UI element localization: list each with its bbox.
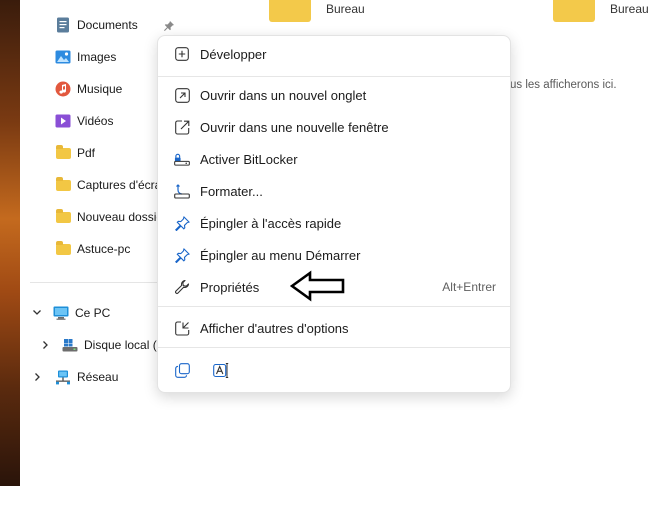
desktop-wallpaper bbox=[0, 0, 20, 486]
images-icon bbox=[55, 49, 71, 65]
format-icon bbox=[174, 183, 190, 199]
menu-item-shortcut: Alt+Entrer bbox=[442, 280, 496, 294]
sidebar-item-videos[interactable]: Vidéos bbox=[55, 109, 113, 133]
new-window-icon bbox=[174, 119, 190, 135]
folder-icon bbox=[55, 144, 71, 161]
menu-item-label: Développer bbox=[200, 46, 267, 62]
folder-icon bbox=[55, 240, 71, 257]
computer-icon bbox=[53, 305, 69, 321]
chevron-right-icon[interactable] bbox=[40, 340, 50, 353]
menu-item-expand[interactable]: Développer bbox=[158, 40, 510, 68]
sidebar-item-label: Ce PC bbox=[75, 306, 111, 320]
menu-item-label: Activer BitLocker bbox=[200, 151, 298, 167]
more-options-icon bbox=[174, 320, 190, 336]
sidebar-item-label: Captures d'écra bbox=[77, 178, 162, 192]
sidebar-item-documents[interactable]: Documents bbox=[55, 13, 138, 37]
sidebar-item-label: Vidéos bbox=[77, 114, 114, 128]
sidebar-item-label: Réseau bbox=[77, 370, 119, 384]
folder-caption: Bureau bbox=[326, 2, 365, 16]
sidebar-item-pdf[interactable]: Pdf bbox=[55, 141, 95, 165]
menu-separator bbox=[158, 306, 510, 307]
menu-item-label: Ouvrir dans un nouvel onglet bbox=[200, 87, 367, 103]
menu-item-label: Ouvrir dans une nouvelle fenêtre bbox=[200, 119, 389, 135]
menu-separator bbox=[158, 347, 510, 348]
expand-icon bbox=[174, 46, 190, 62]
pin-icon bbox=[174, 215, 190, 231]
pin-start-icon bbox=[174, 247, 190, 263]
menu-separator bbox=[158, 76, 510, 77]
empty-state-hint: us les afficherons ici. bbox=[510, 79, 617, 91]
menu-item-label: Propriétés bbox=[200, 279, 260, 295]
sidebar-divider bbox=[30, 282, 158, 283]
sidebar-item-label: Documents bbox=[77, 18, 138, 32]
navigation-pane: Documents Images Musique Vidéos Pdf Capt… bbox=[20, 0, 164, 486]
folder-icon bbox=[55, 176, 71, 193]
documents-icon bbox=[55, 17, 71, 33]
network-icon bbox=[55, 369, 71, 385]
sidebar-item-label: Disque local (C bbox=[84, 338, 162, 352]
drive-icon bbox=[62, 337, 78, 353]
chevron-down-icon[interactable] bbox=[32, 307, 42, 320]
new-tab-icon bbox=[174, 87, 190, 103]
sidebar-item-label: Nouveau dossie bbox=[77, 210, 164, 224]
sidebar-item-this-pc[interactable]: Ce PC bbox=[53, 301, 110, 325]
menu-item-label: Afficher d'autres d'options bbox=[200, 320, 349, 336]
sidebar-item-local-disk[interactable]: Disque local (C bbox=[62, 333, 162, 357]
wrench-icon bbox=[174, 279, 190, 295]
sidebar-item-label: Pdf bbox=[77, 146, 96, 160]
pin-icon bbox=[163, 19, 175, 31]
lower-area bbox=[0, 486, 655, 505]
sidebar-item-network[interactable]: Réseau bbox=[55, 365, 118, 389]
menu-item-label: Épingler à l'accès rapide bbox=[200, 215, 342, 231]
sidebar-item-astuce-pc[interactable]: Astuce-pc bbox=[55, 237, 130, 261]
sidebar-item-images[interactable]: Images bbox=[55, 45, 116, 69]
menu-item-more-options[interactable]: Afficher d'autres d'options bbox=[158, 314, 510, 342]
music-icon bbox=[55, 81, 71, 97]
menu-item-pin-start[interactable]: Épingler au menu Démarrer bbox=[158, 241, 510, 269]
sidebar-item-music[interactable]: Musique bbox=[55, 77, 122, 101]
sidebar-item-label: Musique bbox=[77, 82, 123, 96]
menu-item-open-new-tab[interactable]: Ouvrir dans un nouvel onglet bbox=[158, 81, 510, 109]
videos-icon bbox=[55, 113, 71, 129]
copy-icon[interactable] bbox=[173, 361, 191, 379]
folder-thumbnail[interactable] bbox=[553, 0, 595, 22]
menu-item-open-new-window[interactable]: Ouvrir dans une nouvelle fenêtre bbox=[158, 113, 510, 141]
sidebar-item-label: Images bbox=[77, 50, 117, 64]
folder-caption: Bureau bbox=[610, 2, 649, 16]
context-menu: Développer Ouvrir dans un nouvel onglet … bbox=[157, 35, 511, 393]
menu-item-bitlocker[interactable]: Activer BitLocker bbox=[158, 145, 510, 173]
folder-thumbnail[interactable] bbox=[269, 0, 311, 22]
sidebar-item-label: Astuce-pc bbox=[77, 242, 131, 256]
annotation-arrow-icon bbox=[290, 270, 345, 302]
menu-item-format[interactable]: Formater... bbox=[158, 177, 510, 205]
menu-item-label: Épingler au menu Démarrer bbox=[200, 247, 361, 263]
menu-item-label: Formater... bbox=[200, 183, 263, 199]
bitlocker-icon bbox=[174, 151, 190, 167]
rename-icon[interactable] bbox=[212, 361, 230, 379]
chevron-right-icon[interactable] bbox=[32, 372, 42, 385]
menu-item-pin-quick-access[interactable]: Épingler à l'accès rapide bbox=[158, 209, 510, 237]
folder-icon bbox=[55, 208, 71, 225]
